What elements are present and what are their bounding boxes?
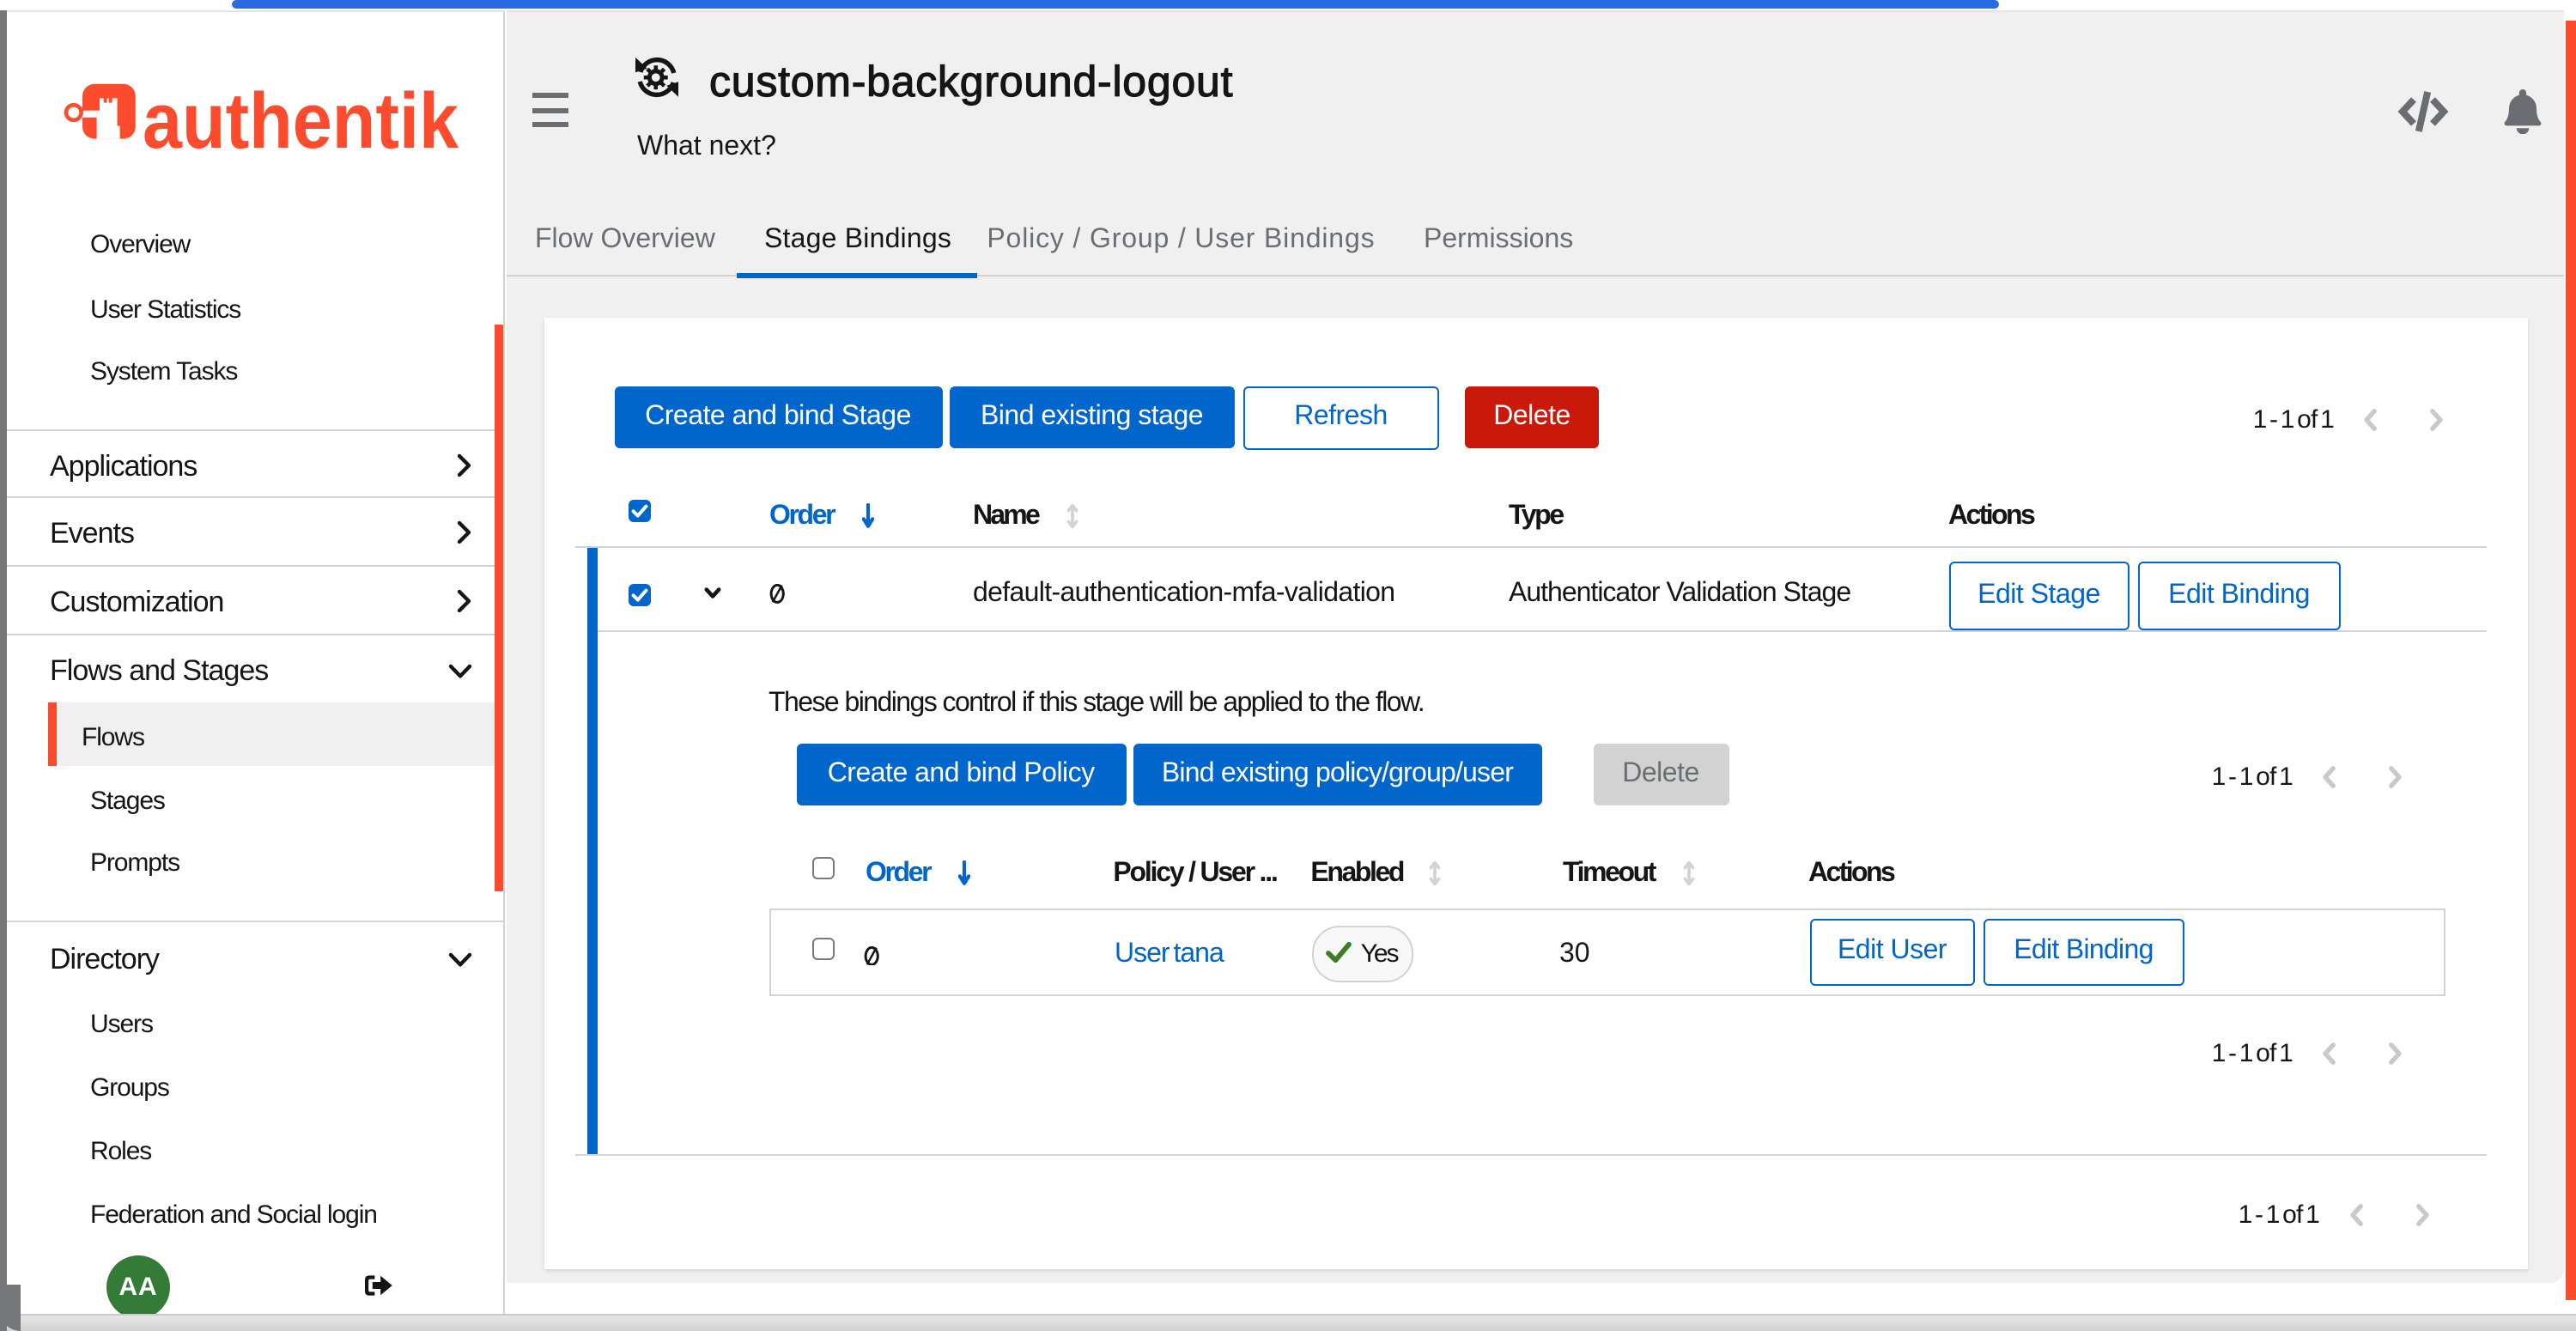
svg-text:authentik: authentik <box>143 77 459 165</box>
